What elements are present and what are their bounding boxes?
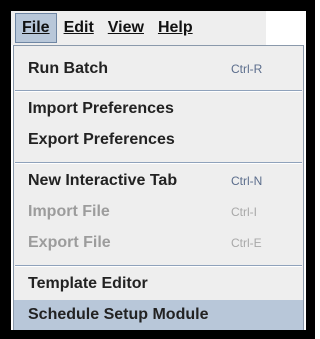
frame-border xyxy=(306,0,315,339)
menu-item-label: Export Preferences xyxy=(28,131,175,148)
file-menu-dropdown: Run Batch Ctrl-R Import Preferences Expo… xyxy=(13,45,304,330)
menu-item-import-preferences[interactable]: Import Preferences xyxy=(14,94,303,124)
menu-item-schedule-setup-module[interactable]: Schedule Setup Module xyxy=(14,300,303,330)
menu-item-label: Export File xyxy=(28,234,111,251)
menu-separator xyxy=(15,163,302,164)
window-background xyxy=(266,11,306,45)
frame-border xyxy=(0,0,11,339)
menu-item-import-file: Import File Ctrl-I xyxy=(14,197,303,227)
screenshot-frame: File Edit View Help Run Batch Ctrl-R Imp… xyxy=(0,0,315,339)
menu-item-run-batch[interactable]: Run Batch Ctrl-R xyxy=(14,54,303,84)
menu-item-label: New Interactive Tab xyxy=(28,172,178,189)
menu-item-new-interactive-tab[interactable]: New Interactive Tab Ctrl-N xyxy=(14,166,303,196)
menu-separator xyxy=(15,91,302,92)
menu-item-label: Schedule Setup Module xyxy=(28,306,209,323)
menu-separator xyxy=(15,266,302,267)
frame-border xyxy=(0,330,315,339)
menu-item-template-editor[interactable]: Template Editor xyxy=(14,269,303,299)
frame-border xyxy=(0,0,315,11)
menu-view-label: View xyxy=(107,19,144,36)
menu-item-export-preferences[interactable]: Export Preferences xyxy=(14,125,303,155)
menu-item-shortcut: Ctrl-I xyxy=(231,205,257,219)
menu-item-shortcut: Ctrl-R xyxy=(231,62,263,76)
menu-item-export-file: Export File Ctrl-E xyxy=(14,228,303,258)
menu-item-shortcut: Ctrl-N xyxy=(231,174,263,188)
menu-help[interactable]: Help xyxy=(151,13,200,43)
menu-item-label: Import File xyxy=(28,203,110,220)
menu-help-label: Help xyxy=(157,19,193,36)
menu-item-label: Import Preferences xyxy=(28,100,174,117)
menu-item-shortcut: Ctrl-E xyxy=(231,236,262,250)
menu-edit[interactable]: Edit xyxy=(57,13,101,43)
menu-item-label: Run Batch xyxy=(28,60,108,77)
menu-item-label: Template Editor xyxy=(28,275,148,292)
menu-file-label: File xyxy=(22,19,50,36)
menu-view[interactable]: View xyxy=(101,13,151,43)
menu-file[interactable]: File xyxy=(15,13,57,43)
menu-bar: File Edit View Help xyxy=(11,11,306,45)
menu-edit-label: Edit xyxy=(63,19,94,36)
